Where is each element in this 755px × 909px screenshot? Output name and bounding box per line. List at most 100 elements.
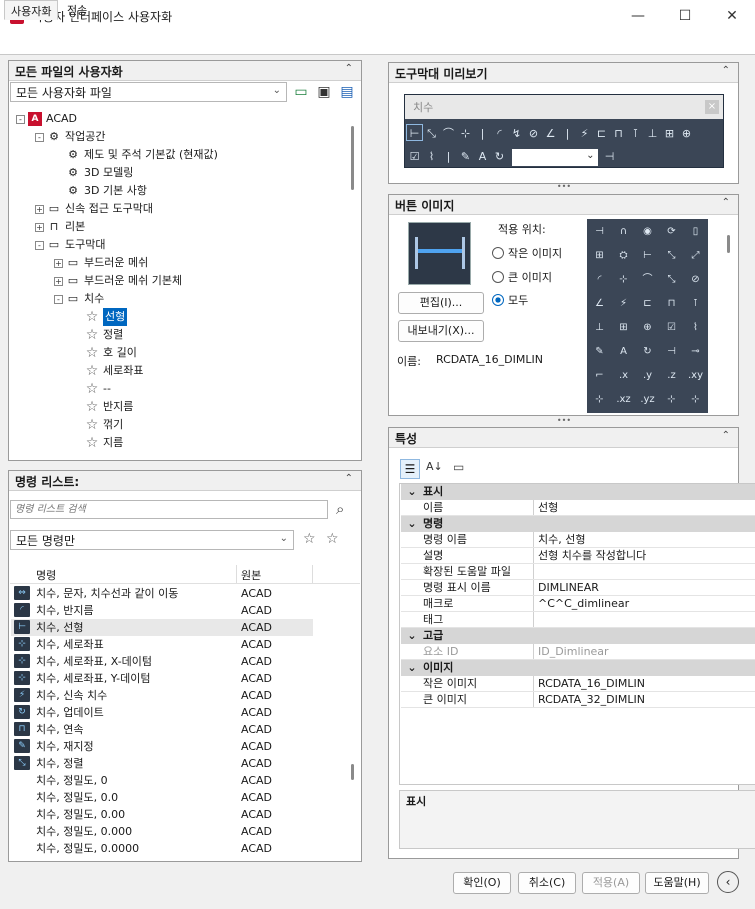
button-image-option[interactable]: ⌐ <box>589 365 610 386</box>
tree-item[interactable]: ⚙ 제도 및 주석 기본값 (현재값) <box>54 146 218 164</box>
ok-button[interactable]: 확인(O) <box>453 872 511 894</box>
help-button[interactable]: 도움말(H) <box>645 872 709 894</box>
property-value[interactable] <box>534 564 755 579</box>
command-row[interactable]: ⤡ 치수, 정렬 ACAD <box>11 755 313 772</box>
radius-icon[interactable]: ◜ <box>491 125 508 142</box>
dimension-edit-icon[interactable]: ✎ <box>457 148 474 165</box>
button-image-option[interactable]: ⊥ <box>589 317 610 338</box>
command-list-scrollbar-thumb[interactable] <box>351 764 354 780</box>
command-search-input[interactable] <box>10 500 328 519</box>
property-section[interactable]: ⌄ 이미지 <box>401 660 755 676</box>
apply-button[interactable]: 적용(A) <box>582 872 640 894</box>
tree-item[interactable]: ☆ 세로좌표 <box>73 362 144 380</box>
property-value[interactable]: ^C^C_dimlinear <box>534 596 755 611</box>
image-grid-scrollbar-thumb[interactable] <box>727 235 730 253</box>
collapse-node-icon[interactable]: - <box>35 240 44 250</box>
button-image-option[interactable]: ∠ <box>589 293 610 314</box>
button-image-option[interactable]: ◜ <box>589 269 610 290</box>
chevron-down-icon[interactable]: ⌄ <box>401 660 423 676</box>
property-value[interactable]: 치수, 선형 <box>534 532 755 547</box>
button-image-option[interactable]: ⌇ <box>685 317 706 338</box>
button-image-option[interactable]: ⊞ <box>589 245 610 266</box>
break-icon[interactable]: ⊥ <box>644 125 661 142</box>
col-header-source[interactable]: 원본 <box>241 567 261 583</box>
aligned-dimension-icon[interactable]: ⤡ <box>423 125 440 142</box>
both-option[interactable]: 모두 <box>492 292 528 308</box>
button-image-option[interactable]: ⊏ <box>637 293 658 314</box>
tree-item[interactable]: ☆ 지름 <box>73 434 124 452</box>
tree-item[interactable]: ⚙ 3D 기본 사항 <box>54 182 147 200</box>
command-row[interactable]: 치수, 정밀도, 0 ACAD <box>11 772 313 789</box>
tolerance-icon[interactable]: ⊞ <box>661 125 678 142</box>
command-row[interactable]: 치수, 정밀도, 0.0000 ACAD <box>11 840 313 857</box>
diameter-icon[interactable]: ⊘ <box>525 125 542 142</box>
chevron-down-icon[interactable]: ⌄ <box>401 516 423 532</box>
button-image-option[interactable]: ⊓ <box>661 293 682 314</box>
collapse-icon[interactable]: ⌃ <box>722 430 730 441</box>
button-image-option[interactable]: ⊕ <box>637 317 658 338</box>
dimension-text-edit-icon[interactable]: A <box>474 148 491 165</box>
expand-node-icon[interactable]: + <box>35 222 44 232</box>
ordinate-icon[interactable]: ⊹ <box>457 125 474 142</box>
command-row[interactable]: ⊹ 치수, 세로좌표, X-데이텀 ACAD <box>11 653 313 670</box>
command-row[interactable]: 치수, 정밀도, 0.00 ACAD <box>11 806 313 823</box>
command-row[interactable]: ⊹ 치수, 세로좌표, Y-데이텀 ACAD <box>11 670 313 687</box>
export-button[interactable]: 내보내기(X)... <box>398 320 484 342</box>
expand-node-icon[interactable]: + <box>54 276 63 286</box>
space-icon[interactable]: ⊺ <box>627 125 644 142</box>
property-value[interactable]: DIMLINEAR <box>534 580 755 595</box>
button-image-option[interactable]: ⊺ <box>685 293 706 314</box>
button-image-option[interactable]: .xy <box>685 365 706 386</box>
button-image-option[interactable]: .yz <box>637 389 658 410</box>
tree-item[interactable]: + ▭ 부드러운 메쉬 기본체 <box>54 272 182 290</box>
collapse-panes-icon[interactable]: ‹ <box>717 871 739 893</box>
property-value[interactable]: 선형 치수를 작성합니다 <box>534 548 755 563</box>
button-image-option[interactable]: ☑ <box>661 317 682 338</box>
property-row[interactable]: 이름 선형 <box>401 500 755 516</box>
quick-dimension-icon[interactable]: ⚡ <box>576 125 593 142</box>
property-row[interactable]: 요소 ID ID_Dimlinear <box>401 644 755 660</box>
tree-item[interactable]: ☆ 꺾기 <box>73 416 124 434</box>
button-image-option[interactable]: ⤡ <box>661 269 682 290</box>
property-value[interactable]: 선형 <box>534 500 755 515</box>
property-value[interactable]: RCDATA_32_DIMLIN <box>534 692 755 707</box>
collapse-icon[interactable]: ⌃ <box>722 197 730 208</box>
property-row[interactable]: 작은 이미지 RCDATA_16_DIMLIN <box>401 676 755 692</box>
property-pages-icon[interactable]: ▭ <box>453 460 464 474</box>
tree-scrollbar-thumb[interactable] <box>351 126 354 190</box>
button-image-option[interactable]: ⊣ <box>661 341 682 362</box>
property-row[interactable]: 명령 표시 이름 DIMLINEAR <box>401 580 755 596</box>
tree-item[interactable]: - ▭ 도구막대 <box>35 236 105 254</box>
tab-customize[interactable]: 사용자화 <box>4 0 59 20</box>
button-image-option[interactable]: ⊹ <box>685 389 706 410</box>
tree-item[interactable]: ⚙ 3D 모델링 <box>54 164 133 182</box>
collapse-icon[interactable]: ⌃ <box>345 63 353 74</box>
tree-item[interactable]: - ⚙ 작업공간 <box>35 128 105 146</box>
customization-file-dropdown[interactable]: 모든 사용자화 파일 ⌄ <box>10 82 287 102</box>
property-value[interactable]: ID_Dimlinear <box>534 644 755 659</box>
tree-item[interactable]: ☆ 선형 <box>73 307 129 327</box>
expand-node-icon[interactable]: + <box>35 204 44 214</box>
property-row[interactable]: 큰 이미지 RCDATA_32_DIMLIN <box>401 692 755 708</box>
continue-icon[interactable]: ⊓ <box>610 125 627 142</box>
button-image-option[interactable]: ⊹ <box>613 269 634 290</box>
large-image-option[interactable]: 큰 이미지 <box>492 269 552 285</box>
property-row[interactable]: 매크로 ^C^C_dimlinear <box>401 596 755 612</box>
tree-item[interactable]: + ▭ 신속 접근 도구막대 <box>35 200 153 218</box>
button-image-option[interactable]: ⊹ <box>589 389 610 410</box>
dimension-style-icon[interactable]: ⊣ <box>601 148 618 165</box>
partial-customization-icon[interactable]: ▤ <box>338 84 356 102</box>
chevron-down-icon[interactable]: ⌄ <box>401 484 423 500</box>
button-image-option[interactable]: .x <box>613 365 634 386</box>
tree-item[interactable]: + ▭ 부드러운 메쉬 <box>54 254 148 272</box>
maximize-button[interactable]: ☐ <box>662 0 708 32</box>
property-section[interactable]: ⌄ 표시 <box>401 484 755 500</box>
tree-item[interactable]: - A ACAD <box>16 110 77 128</box>
collapse-icon[interactable]: ⌃ <box>722 65 730 76</box>
dimension-update-icon[interactable]: ↻ <box>491 148 508 165</box>
command-row[interactable]: ⊓ 치수, 연속 ACAD <box>11 721 313 738</box>
button-image-option[interactable]: ⊣ <box>589 221 610 242</box>
button-image-option[interactable]: .y <box>637 365 658 386</box>
button-image-option[interactable]: ⚡ <box>613 293 634 314</box>
inspect-icon[interactable]: ☑ <box>406 148 423 165</box>
